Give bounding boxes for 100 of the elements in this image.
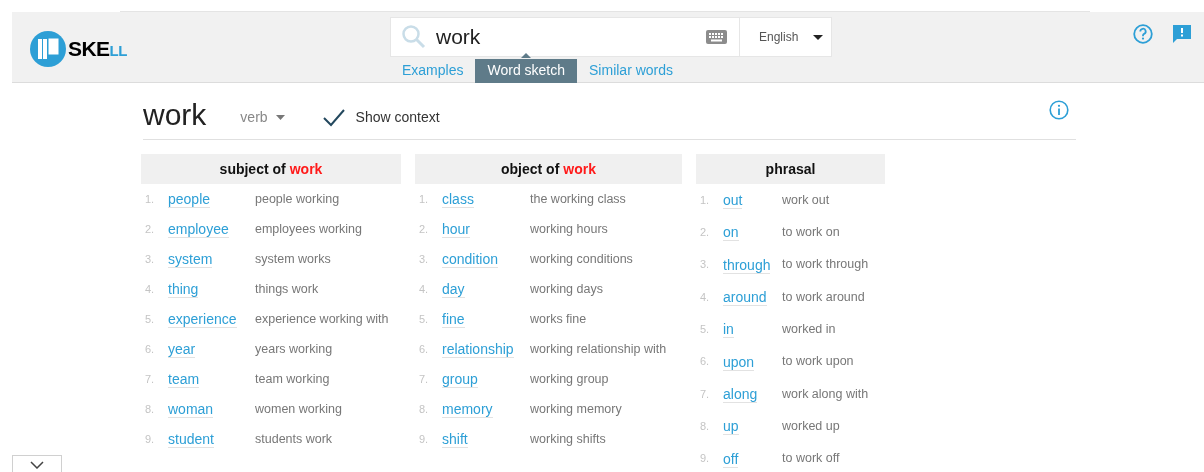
- context-example: students work: [255, 430, 333, 448]
- collocate-link[interactable]: around: [723, 289, 767, 307]
- context-example: to work upon: [782, 353, 854, 371]
- collocate-link[interactable]: thing: [168, 281, 199, 298]
- column-header: phrasal: [696, 154, 885, 184]
- context-example: the working class: [530, 190, 626, 208]
- rank-number: 2.: [699, 225, 711, 241]
- rank-number: 6.: [144, 341, 156, 357]
- column-header: object of work: [415, 154, 682, 184]
- tab[interactable]: Examples: [390, 58, 476, 83]
- collocate-link[interactable]: system: [168, 251, 213, 268]
- context-example: women working: [255, 400, 342, 418]
- context-example: experience working with: [255, 310, 389, 328]
- rank-number: 6.: [418, 341, 430, 357]
- rank-number: 9.: [699, 451, 711, 467]
- collocate-link[interactable]: experience: [168, 311, 237, 328]
- collocate-link[interactable]: year: [168, 341, 196, 358]
- rank-number: 3.: [418, 251, 430, 267]
- collocate-link[interactable]: employee: [168, 221, 229, 238]
- rank-number: 7.: [699, 386, 711, 402]
- keyboard-icon[interactable]: [706, 30, 727, 44]
- collocate-link[interactable]: student: [168, 431, 214, 448]
- collocate-link[interactable]: upon: [723, 353, 755, 371]
- rank-number: 9.: [418, 431, 430, 447]
- rank-number: 6.: [699, 354, 711, 370]
- column-header: subject of work: [141, 154, 401, 184]
- rank-number: 5.: [144, 311, 156, 327]
- collocate-link[interactable]: in: [723, 321, 734, 339]
- info-icon[interactable]: [1049, 100, 1069, 120]
- rank-number: 8.: [418, 401, 430, 417]
- part-of-speech-dropdown[interactable]: verb: [240, 107, 285, 128]
- rank-number: 1.: [144, 191, 156, 207]
- context-example: working conditions: [530, 250, 633, 268]
- context-example: worked in: [782, 320, 836, 338]
- context-example: employees working: [255, 220, 362, 238]
- rank-number: 7.: [144, 371, 156, 387]
- rank-number: 4.: [418, 281, 430, 297]
- caret-icon: [813, 34, 823, 40]
- context-example: working relationship with: [530, 340, 667, 358]
- collocate-link[interactable]: through: [723, 256, 771, 274]
- collocate-link[interactable]: off: [723, 450, 739, 468]
- rank-number: 7.: [418, 371, 430, 387]
- collocate-link[interactable]: people: [168, 191, 211, 208]
- caret-icon: [275, 115, 285, 120]
- context-example: working group: [530, 370, 609, 388]
- rank-number: 4.: [144, 281, 156, 297]
- collocate-link[interactable]: woman: [168, 401, 214, 418]
- context-example: work out: [782, 191, 830, 209]
- context-example: working shifts: [530, 430, 606, 448]
- collocate-link[interactable]: relationship: [442, 341, 514, 358]
- collocate-link[interactable]: along: [723, 385, 758, 403]
- rank-number: 2.: [418, 221, 430, 237]
- context-example: works fine: [530, 310, 587, 328]
- collocate-link[interactable]: class: [442, 191, 474, 208]
- context-example: people working: [255, 190, 340, 208]
- context-example: system works: [255, 250, 331, 268]
- collocate-link[interactable]: on: [723, 224, 739, 242]
- context-example: worked up: [782, 417, 840, 435]
- collapse-button[interactable]: [12, 455, 62, 472]
- rank-number: 1.: [699, 192, 711, 208]
- collocate-link[interactable]: memory: [442, 401, 493, 418]
- collocate-link[interactable]: shift: [442, 431, 468, 448]
- collocate-link[interactable]: group: [442, 371, 478, 388]
- rank-number: 1.: [418, 191, 430, 207]
- rank-number: 4.: [699, 289, 711, 305]
- rank-number: 8.: [144, 401, 156, 417]
- context-example: to work around: [782, 288, 865, 306]
- context-example: to work through: [782, 256, 869, 274]
- collocate-link[interactable]: hour: [442, 221, 471, 238]
- headword: work: [143, 100, 207, 130]
- context-example: things work: [255, 280, 319, 298]
- rank-number: 5.: [699, 322, 711, 338]
- context-example: team working: [255, 370, 330, 388]
- rank-number: 3.: [699, 257, 711, 273]
- rank-number: 2.: [144, 221, 156, 237]
- help-icon[interactable]: [1133, 24, 1153, 44]
- rank-number: 9.: [144, 431, 156, 447]
- context-example: years working: [255, 340, 333, 358]
- language-dropdown[interactable]: English: [740, 17, 832, 57]
- show-context-toggle[interactable]: Show context: [322, 107, 440, 128]
- collocate-link[interactable]: fine: [442, 311, 465, 328]
- collocate-link[interactable]: team: [168, 371, 200, 388]
- collocate-link[interactable]: up: [723, 418, 739, 436]
- search-icon: [401, 24, 427, 50]
- context-example: working memory: [530, 400, 622, 418]
- feedback-icon[interactable]: [1172, 24, 1192, 44]
- logo-icon: [30, 31, 66, 67]
- search-field[interactable]: work: [390, 17, 740, 57]
- context-example: working days: [530, 280, 603, 298]
- collocate-link[interactable]: condition: [442, 251, 499, 268]
- rank-number: 8.: [699, 418, 711, 434]
- collocate-link[interactable]: out: [723, 192, 743, 210]
- rank-number: 3.: [144, 251, 156, 267]
- tab[interactable]: Similar words: [577, 58, 686, 83]
- context-example: working hours: [530, 220, 608, 238]
- tab[interactable]: Word sketch: [475, 58, 577, 83]
- rank-number: 5.: [418, 311, 430, 327]
- pointer-notch: [521, 53, 532, 58]
- context-example: work along with: [782, 385, 869, 403]
- collocate-link[interactable]: day: [442, 281, 465, 298]
